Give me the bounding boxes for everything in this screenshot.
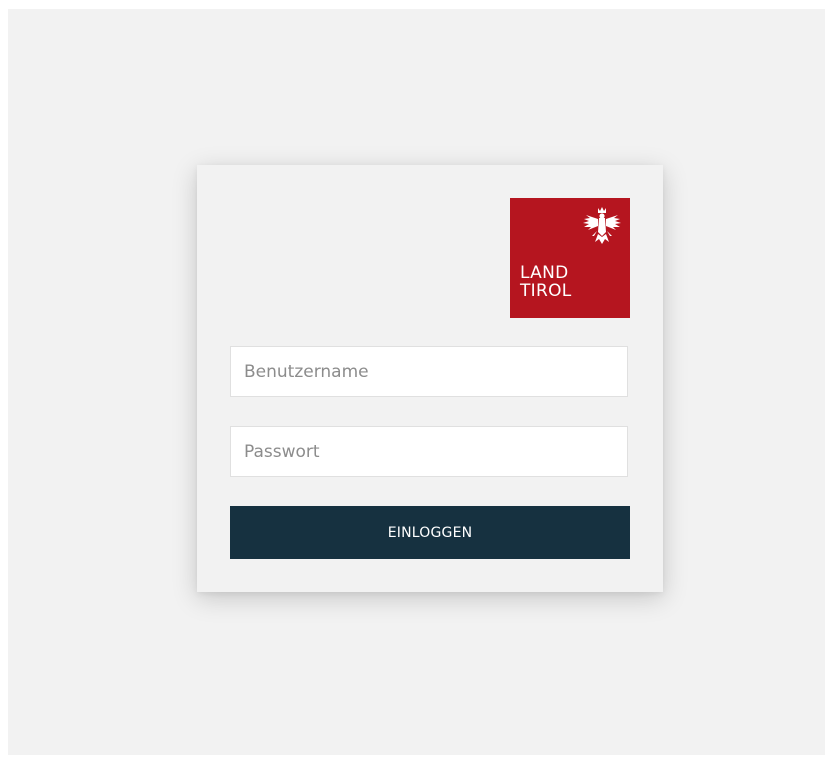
login-button[interactable]: EINLOGGEN bbox=[230, 506, 630, 559]
username-input[interactable] bbox=[230, 346, 628, 397]
password-input[interactable] bbox=[230, 426, 628, 477]
logo-text: LAND TIROL bbox=[520, 264, 572, 300]
tyrolean-eagle-icon bbox=[583, 207, 621, 244]
logo-line-tirol: TIROL bbox=[520, 281, 572, 301]
logo-line-land: LAND bbox=[520, 263, 569, 283]
login-card: LAND TIROL EINLOGGEN bbox=[197, 165, 663, 592]
land-tirol-logo: LAND TIROL bbox=[510, 198, 630, 318]
